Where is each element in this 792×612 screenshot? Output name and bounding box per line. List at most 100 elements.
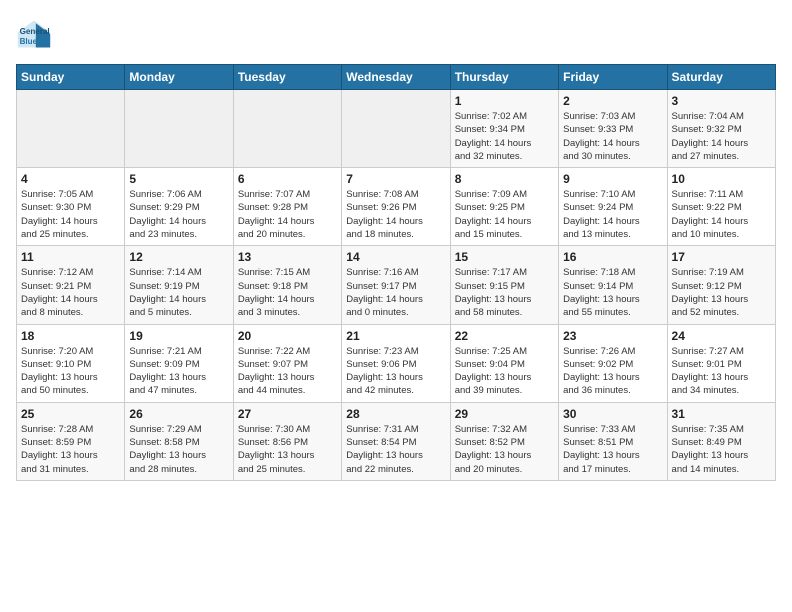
day-content: Sunrise: 7:09 AM Sunset: 9:25 PM Dayligh… xyxy=(455,188,554,241)
day-number: 31 xyxy=(672,407,771,421)
day-number: 26 xyxy=(129,407,228,421)
day-number: 5 xyxy=(129,172,228,186)
day-content: Sunrise: 7:03 AM Sunset: 9:33 PM Dayligh… xyxy=(563,110,662,163)
weekday-header: Tuesday xyxy=(233,65,341,90)
calendar-day-cell: 19 Sunrise: 7:21 AM Sunset: 9:09 PM Dayli… xyxy=(125,324,233,402)
day-content: Sunrise: 7:26 AM Sunset: 9:02 PM Dayligh… xyxy=(563,345,662,398)
day-number: 25 xyxy=(21,407,120,421)
calendar-week-row: 1Sunrise: 7:02 AM Sunset: 9:34 PM Daylig… xyxy=(17,90,776,168)
day-number: 2 xyxy=(563,94,662,108)
calendar-day-cell: 25Sunrise: 7:28 AM Sunset: 8:59 PM Dayli… xyxy=(17,402,125,480)
day-content: Sunrise: 7:30 AM Sunset: 8:56 PM Dayligh… xyxy=(238,423,337,476)
day-content: Sunrise: 7:11 AM Sunset: 9:22 PM Dayligh… xyxy=(672,188,771,241)
calendar-day-cell: 22 Sunrise: 7:25 AM Sunset: 9:04 PM Dayli… xyxy=(450,324,558,402)
calendar-day-cell xyxy=(125,90,233,168)
day-content: Sunrise: 7:27 AM Sunset: 9:01 PM Dayligh… xyxy=(672,345,771,398)
day-content: Sunrise: 7:19 AM Sunset: 9:12 PM Dayligh… xyxy=(672,266,771,319)
calendar-day-cell xyxy=(233,90,341,168)
calendar-week-row: 11 Sunrise: 7:12 AM Sunset: 9:21 PM Dayli… xyxy=(17,246,776,324)
day-number: 16 xyxy=(563,250,662,264)
page-header: General Blue xyxy=(16,16,776,52)
calendar-day-cell: 28 Sunrise: 7:31 AM Sunset: 8:54 PM Dayli… xyxy=(342,402,450,480)
weekday-header: Monday xyxy=(125,65,233,90)
calendar-day-cell: 23 Sunrise: 7:26 AM Sunset: 9:02 PM Dayli… xyxy=(559,324,667,402)
weekday-header: Friday xyxy=(559,65,667,90)
calendar-week-row: 18Sunrise: 7:20 AM Sunset: 9:10 PM Dayli… xyxy=(17,324,776,402)
calendar-day-cell: 7 Sunrise: 7:08 AM Sunset: 9:26 PM Daylig… xyxy=(342,168,450,246)
day-number: 13 xyxy=(238,250,337,264)
day-content: Sunrise: 7:12 AM Sunset: 9:21 PM Dayligh… xyxy=(21,266,120,319)
day-content: Sunrise: 7:10 AM Sunset: 9:24 PM Dayligh… xyxy=(563,188,662,241)
calendar-day-cell: 27 Sunrise: 7:30 AM Sunset: 8:56 PM Dayli… xyxy=(233,402,341,480)
day-number: 9 xyxy=(563,172,662,186)
calendar-day-cell: 21Sunrise: 7:23 AM Sunset: 9:06 PM Dayli… xyxy=(342,324,450,402)
calendar-day-cell: 13Sunrise: 7:15 AM Sunset: 9:18 PM Dayli… xyxy=(233,246,341,324)
calendar-week-row: 4 Sunrise: 7:05 AM Sunset: 9:30 PM Daylig… xyxy=(17,168,776,246)
day-number: 27 xyxy=(238,407,337,421)
day-content: Sunrise: 7:21 AM Sunset: 9:09 PM Dayligh… xyxy=(129,345,228,398)
calendar-day-cell: 31 Sunrise: 7:35 AM Sunset: 8:49 PM Dayli… xyxy=(667,402,775,480)
svg-text:Blue: Blue xyxy=(20,37,38,46)
day-content: Sunrise: 7:31 AM Sunset: 8:54 PM Dayligh… xyxy=(346,423,445,476)
calendar-day-cell: 16 Sunrise: 7:18 AM Sunset: 9:14 PM Dayli… xyxy=(559,246,667,324)
day-content: Sunrise: 7:33 AM Sunset: 8:51 PM Dayligh… xyxy=(563,423,662,476)
day-content: Sunrise: 7:29 AM Sunset: 8:58 PM Dayligh… xyxy=(129,423,228,476)
day-number: 7 xyxy=(346,172,445,186)
day-content: Sunrise: 7:02 AM Sunset: 9:34 PM Dayligh… xyxy=(455,110,554,163)
day-number: 15 xyxy=(455,250,554,264)
day-content: Sunrise: 7:04 AM Sunset: 9:32 PM Dayligh… xyxy=(672,110,771,163)
day-number: 6 xyxy=(238,172,337,186)
day-content: Sunrise: 7:05 AM Sunset: 9:30 PM Dayligh… xyxy=(21,188,120,241)
day-content: Sunrise: 7:16 AM Sunset: 9:17 PM Dayligh… xyxy=(346,266,445,319)
day-number: 22 xyxy=(455,329,554,343)
day-number: 30 xyxy=(563,407,662,421)
calendar-day-cell: 2 Sunrise: 7:03 AM Sunset: 9:33 PM Daylig… xyxy=(559,90,667,168)
day-content: Sunrise: 7:35 AM Sunset: 8:49 PM Dayligh… xyxy=(672,423,771,476)
calendar-day-cell: 1Sunrise: 7:02 AM Sunset: 9:34 PM Daylig… xyxy=(450,90,558,168)
calendar-table: SundayMondayTuesdayWednesdayThursdayFrid… xyxy=(16,64,776,481)
day-content: Sunrise: 7:25 AM Sunset: 9:04 PM Dayligh… xyxy=(455,345,554,398)
logo: General Blue xyxy=(16,16,56,52)
calendar-day-cell: 24 Sunrise: 7:27 AM Sunset: 9:01 PM Dayli… xyxy=(667,324,775,402)
day-number: 24 xyxy=(672,329,771,343)
day-content: Sunrise: 7:32 AM Sunset: 8:52 PM Dayligh… xyxy=(455,423,554,476)
svg-text:General: General xyxy=(20,27,50,36)
calendar-day-cell: 29 Sunrise: 7:32 AM Sunset: 8:52 PM Dayli… xyxy=(450,402,558,480)
calendar-day-cell: 14 Sunrise: 7:16 AM Sunset: 9:17 PM Dayli… xyxy=(342,246,450,324)
day-number: 8 xyxy=(455,172,554,186)
day-content: Sunrise: 7:06 AM Sunset: 9:29 PM Dayligh… xyxy=(129,188,228,241)
calendar-day-cell: 8 Sunrise: 7:09 AM Sunset: 9:25 PM Daylig… xyxy=(450,168,558,246)
calendar-day-cell: 4 Sunrise: 7:05 AM Sunset: 9:30 PM Daylig… xyxy=(17,168,125,246)
calendar-day-cell: 3 Sunrise: 7:04 AM Sunset: 9:32 PM Daylig… xyxy=(667,90,775,168)
day-number: 14 xyxy=(346,250,445,264)
day-number: 23 xyxy=(563,329,662,343)
day-number: 20 xyxy=(238,329,337,343)
calendar-day-cell: 9 Sunrise: 7:10 AM Sunset: 9:24 PM Daylig… xyxy=(559,168,667,246)
calendar-day-cell: 10 Sunrise: 7:11 AM Sunset: 9:22 PM Dayli… xyxy=(667,168,775,246)
day-content: Sunrise: 7:18 AM Sunset: 9:14 PM Dayligh… xyxy=(563,266,662,319)
calendar-day-cell: 12Sunrise: 7:14 AM Sunset: 9:19 PM Dayli… xyxy=(125,246,233,324)
day-content: Sunrise: 7:08 AM Sunset: 9:26 PM Dayligh… xyxy=(346,188,445,241)
weekday-header: Wednesday xyxy=(342,65,450,90)
calendar-day-cell: 18Sunrise: 7:20 AM Sunset: 9:10 PM Dayli… xyxy=(17,324,125,402)
day-content: Sunrise: 7:07 AM Sunset: 9:28 PM Dayligh… xyxy=(238,188,337,241)
calendar-day-cell xyxy=(342,90,450,168)
day-number: 29 xyxy=(455,407,554,421)
calendar-day-cell xyxy=(17,90,125,168)
day-content: Sunrise: 7:23 AM Sunset: 9:06 PM Dayligh… xyxy=(346,345,445,398)
weekday-header: Thursday xyxy=(450,65,558,90)
day-content: Sunrise: 7:20 AM Sunset: 9:10 PM Dayligh… xyxy=(21,345,120,398)
logo-icon: General Blue xyxy=(16,16,52,52)
day-number: 10 xyxy=(672,172,771,186)
weekday-header-row: SundayMondayTuesdayWednesdayThursdayFrid… xyxy=(17,65,776,90)
day-number: 4 xyxy=(21,172,120,186)
day-number: 12 xyxy=(129,250,228,264)
day-number: 19 xyxy=(129,329,228,343)
day-content: Sunrise: 7:22 AM Sunset: 9:07 PM Dayligh… xyxy=(238,345,337,398)
day-number: 11 xyxy=(21,250,120,264)
day-number: 28 xyxy=(346,407,445,421)
calendar-day-cell: 17Sunrise: 7:19 AM Sunset: 9:12 PM Dayli… xyxy=(667,246,775,324)
calendar-day-cell: 6 Sunrise: 7:07 AM Sunset: 9:28 PM Daylig… xyxy=(233,168,341,246)
day-number: 3 xyxy=(672,94,771,108)
calendar-day-cell: 5 Sunrise: 7:06 AM Sunset: 9:29 PM Daylig… xyxy=(125,168,233,246)
